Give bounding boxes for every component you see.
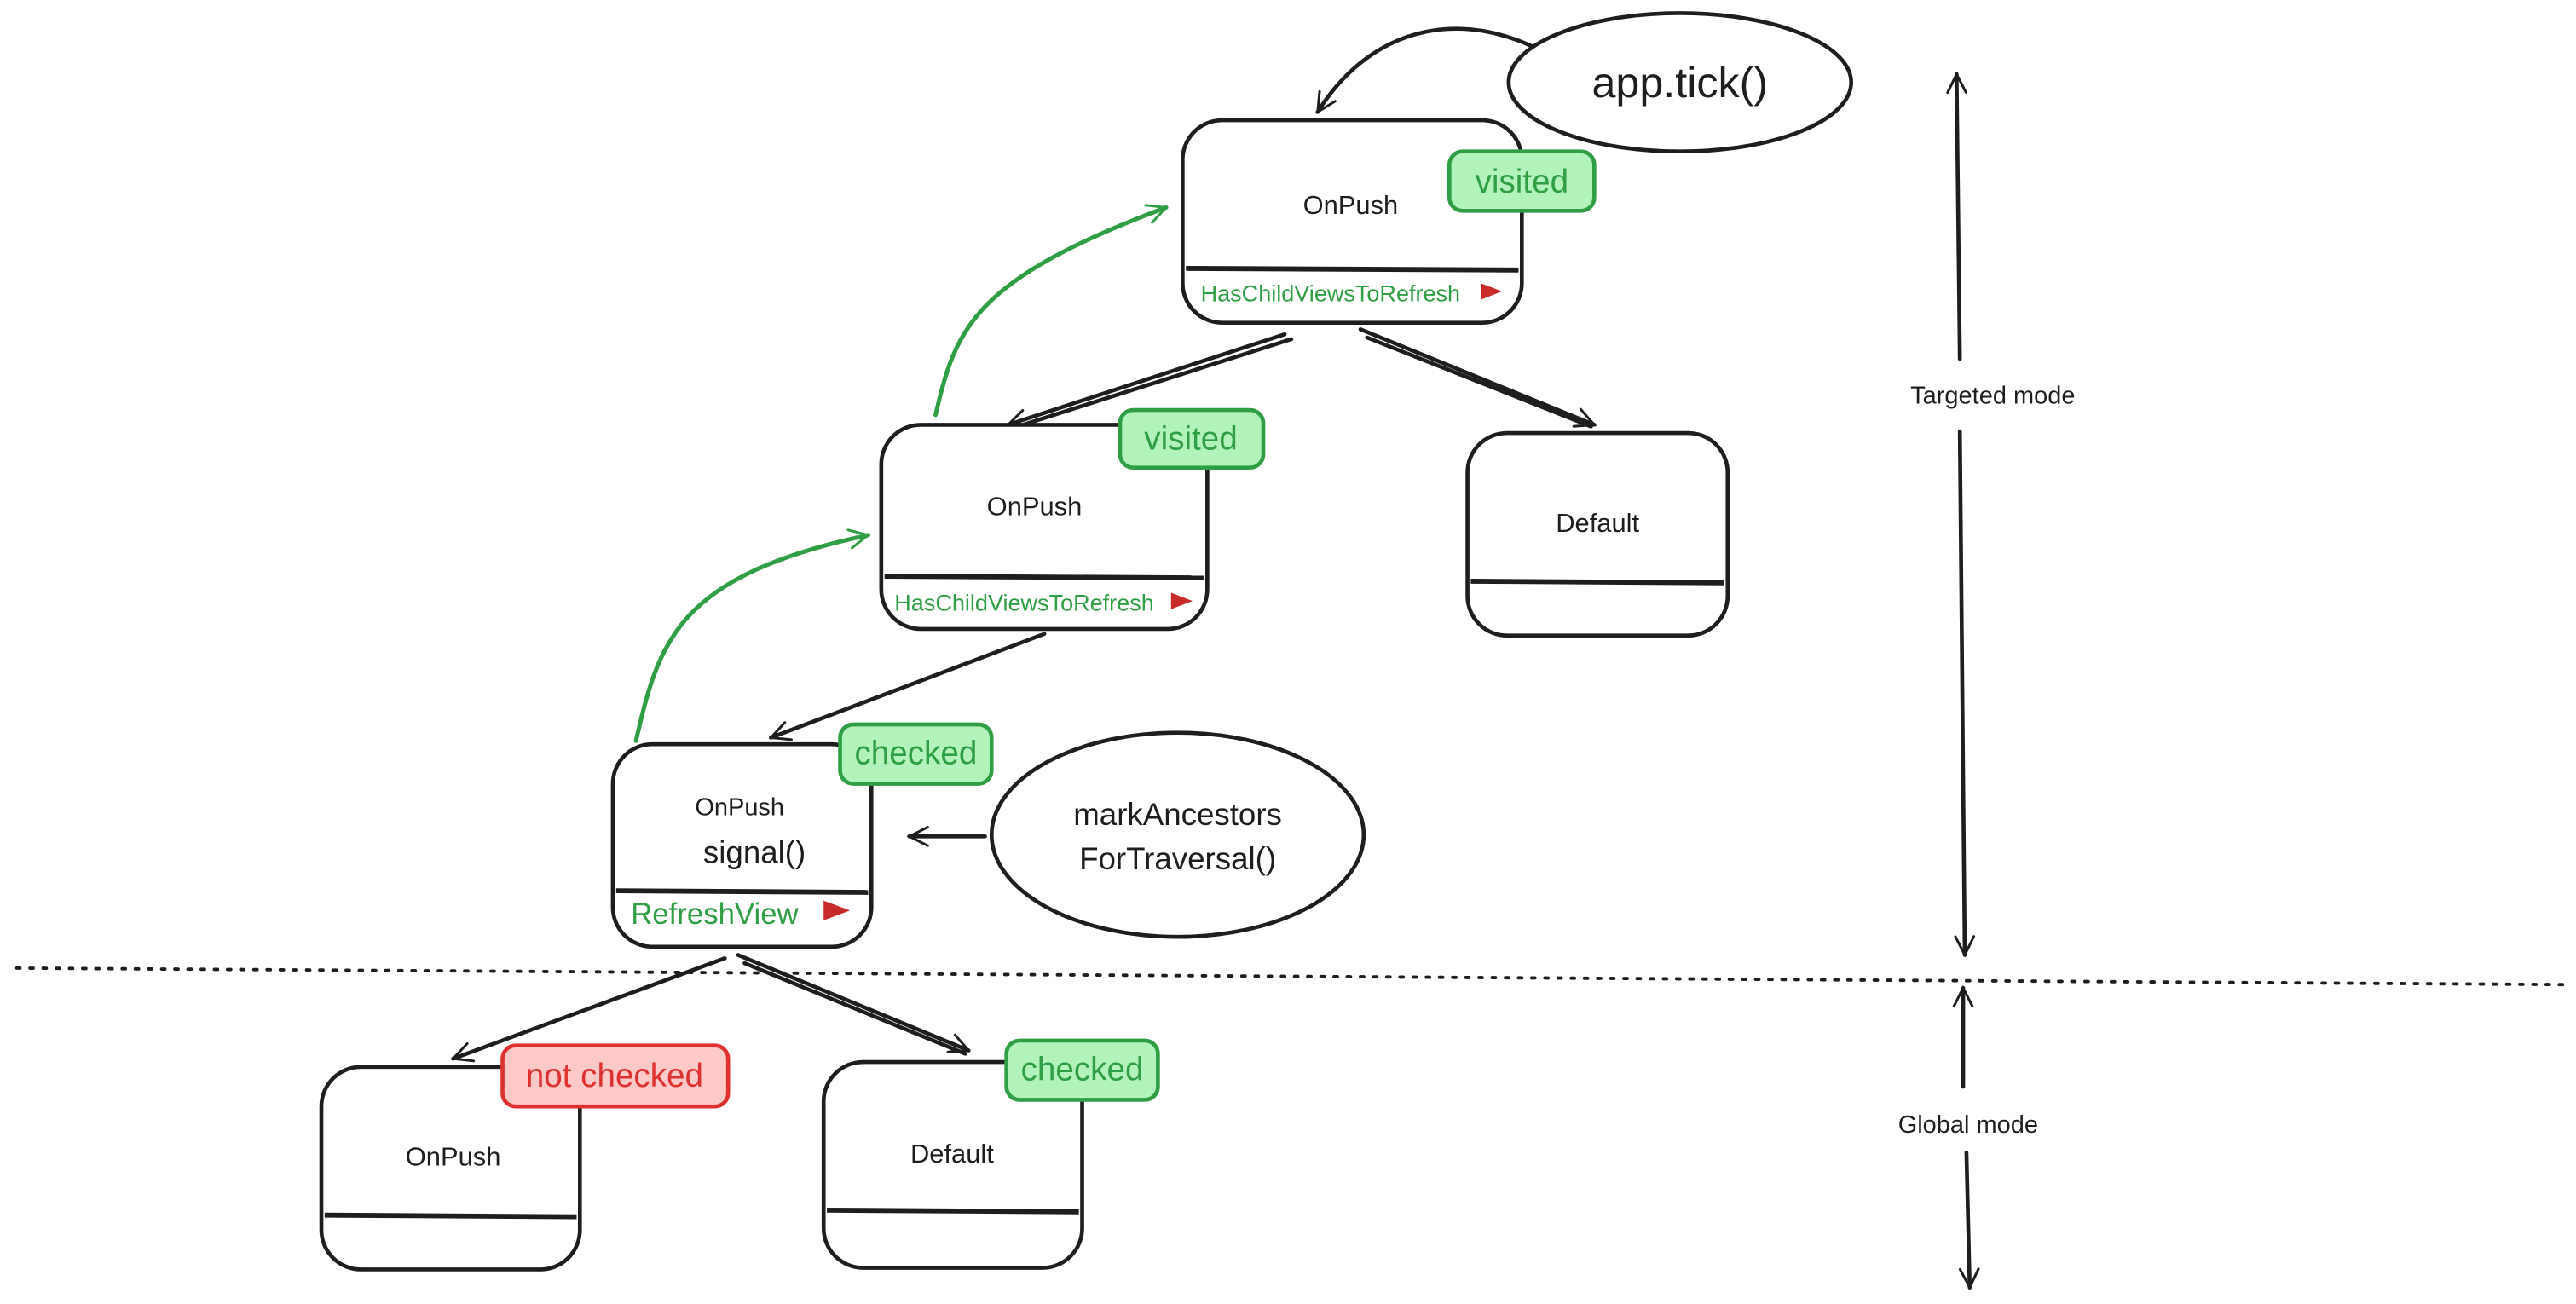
arrow-signal-to-default [736,953,968,1050]
mark-ancestors-ellipse: markAncestors ForTraversal() [989,730,1366,939]
node-middle-onpush: OnPush HasChildViewsToRefresh visited [879,407,1266,632]
svg-text:visited: visited [1476,164,1568,200]
svg-text:visited: visited [1144,420,1237,457]
arrow-root-to-default [1358,327,1594,424]
node-right-default: Default [1465,430,1730,638]
global-mode-indicator: Global mode [1898,988,2038,1288]
node-flag-label: RefreshView [631,898,799,931]
change-detection-diagram: app.tick() OnPush HasChildViewsToRefresh… [14,11,2568,1304]
green-mark-arrow [633,535,868,743]
node-title: OnPush [695,793,784,821]
targeted-mode-label: Targeted mode [1910,382,2075,409]
mode-divider [14,966,2568,987]
targeted-mode-indicator: Targeted mode [1910,74,2075,955]
node-title: OnPush [1303,190,1399,220]
node-flag-label: HasChildViewsToRefresh [894,591,1153,616]
node-subtitle: signal() [703,834,806,869]
node-title: OnPush [406,1142,501,1172]
status-badge: visited [1118,407,1266,470]
svg-text:not checked: not checked [526,1058,703,1094]
global-mode-label: Global mode [1898,1111,2038,1139]
svg-text:checked: checked [854,735,977,771]
status-badge: checked [1004,1038,1160,1102]
app-tick-label: app.tick() [1592,59,1769,107]
status-badge: checked [838,722,994,786]
node-title: OnPush [987,492,1083,522]
status-badge: visited [1447,149,1597,213]
node-title: Default [1556,508,1639,538]
mark-label-2: ForTraversal() [1079,841,1276,876]
status-badge: not checked [500,1043,731,1109]
arrow-line [1365,335,1593,429]
mark-label-1: markAncestors [1073,797,1282,832]
arrow-line [742,961,967,1056]
node-bottom-onpush: OnPush not checked [319,1043,731,1272]
arrow-down-icon [1967,1150,1970,1287]
node-flag-label: HasChildViewsToRefresh [1201,281,1460,307]
svg-text:checked: checked [1021,1051,1144,1088]
app-tick-ellipse: app.tick() [1506,11,1853,154]
node-root-onpush: OnPush HasChildViewsToRefresh visited [1181,118,1597,325]
tick-arrow [1315,26,1534,113]
arrow-down-icon [1960,429,1965,955]
node-bottom-default: Default checked [821,1038,1160,1270]
node-title: Default [910,1139,994,1168]
arrow-up-icon [1956,74,1960,361]
arrow-middle-to-signal [771,632,1047,738]
